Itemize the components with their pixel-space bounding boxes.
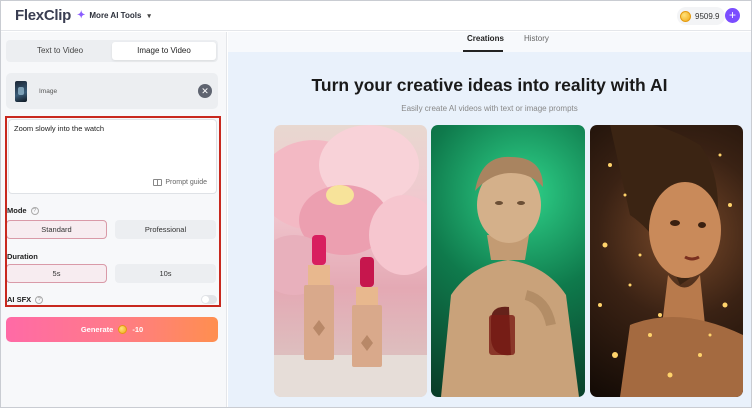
generate-button[interactable]: Generate -10 (6, 317, 218, 342)
sparkle-icon: ✦ (77, 10, 86, 21)
mode-switcher: Text to Video Image to Video (6, 40, 218, 62)
example-card-lipsticks[interactable] (274, 125, 427, 397)
tab-image-to-video[interactable]: Image to Video (112, 42, 216, 60)
tab-creations[interactable]: Creations (467, 34, 504, 43)
credits-badge[interactable]: 9509.9 (677, 7, 726, 25)
example-card-portrait[interactable] (590, 125, 743, 397)
active-tab-indicator (463, 50, 503, 52)
tab-text-to-video[interactable]: Text to Video (8, 42, 112, 60)
tab-history[interactable]: History (524, 34, 549, 43)
uploaded-image-card[interactable]: Image ✕ (6, 73, 218, 109)
showcase-area: Creations History Turn your creative ide… (228, 32, 751, 407)
credits-value: 9509.9 (695, 11, 720, 21)
top-bar: FlexClip ✦ More AI Tools ▾ 9509.9 + (1, 1, 751, 31)
flexclip-logo[interactable]: FlexClip (15, 7, 71, 24)
chevron-down-icon: ▾ (147, 12, 151, 20)
add-credits-button[interactable]: + (725, 8, 740, 23)
more-ai-tools-label: More AI Tools (89, 11, 142, 20)
image-thumbnail (15, 81, 27, 102)
example-card-statue[interactable] (431, 125, 585, 397)
generate-cost: -10 (132, 325, 144, 334)
coin-icon (118, 325, 128, 334)
statue-illustration (441, 156, 579, 397)
generate-label: Generate (80, 325, 114, 334)
portrait-illustration (598, 125, 743, 397)
generator-panel: Text to Video Image to Video Image ✕ Zoo… (1, 32, 227, 407)
highlight-box (5, 116, 221, 307)
lipstick-illustration (274, 125, 427, 397)
creations-tabs: Creations History (228, 32, 751, 52)
remove-image-button[interactable]: ✕ (198, 84, 212, 98)
image-label: Image (39, 88, 58, 95)
hero-subtitle: Easily create AI videos with text or ima… (401, 104, 578, 113)
more-ai-tools-menu[interactable]: ✦ More AI Tools ▾ (77, 10, 151, 21)
hero-title: Turn your creative ideas into reality wi… (311, 75, 668, 95)
coin-icon (680, 10, 691, 22)
